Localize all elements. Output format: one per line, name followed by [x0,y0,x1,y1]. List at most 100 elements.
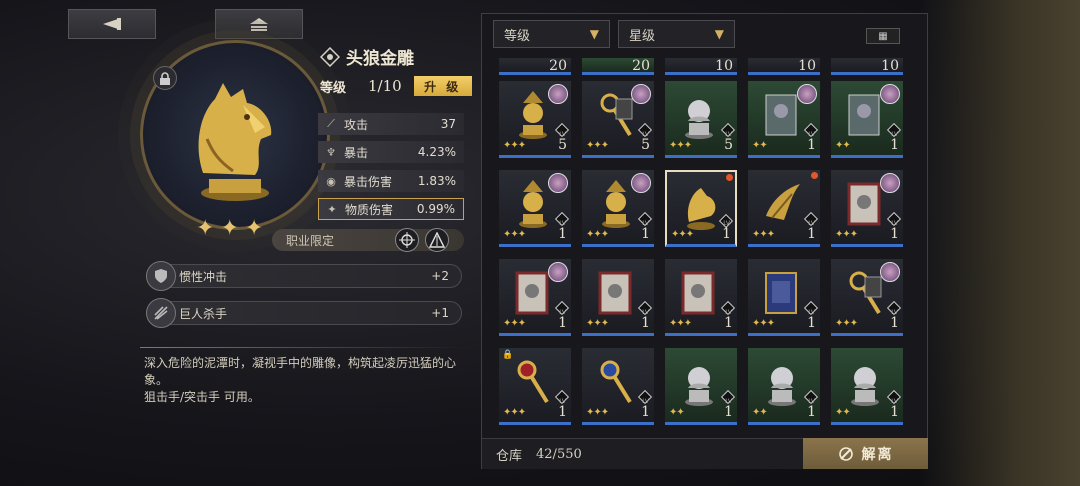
stat-value: 4.23% [417,145,456,159]
background-glow [920,0,1080,486]
skill-row-inertia[interactable]: 惯性冲击 +2 [146,264,462,288]
chevron-down-icon: ▼ [714,27,724,41]
inventory-cell[interactable]: ✦✦✦ LV 1 [831,170,903,247]
cell-level: 1 [890,404,899,420]
character-badge-icon [631,84,651,104]
back-button[interactable] [68,9,156,39]
inventory-cell[interactable]: ✦✦✦ LV 5 [499,81,571,158]
inventory-cell[interactable]: 10 [748,58,820,75]
bust-silver-icon [685,100,713,139]
lock-button[interactable] [153,66,177,90]
cell-stars: ✦✦ [835,140,851,151]
cell-stars: ✦✦ [752,407,768,418]
inventory-cell[interactable]: ✦✦ LV 1 [748,348,820,425]
sword-icon: ⟋ [327,117,335,130]
bust-gold-icon [602,180,630,228]
inventory-cell[interactable]: 20 [499,58,571,75]
inventory-cell[interactable]: ✦✦✦ LV 1 [499,170,571,247]
cell-stars: ✦✦ [835,407,851,418]
description-line: 狙击手/突击手 可用。 [144,390,260,404]
cell-level: 1 [724,315,733,331]
inventory-cell[interactable]: ✦✦✦ LV 1 [582,259,654,336]
rarity-stars: ✦ ✦ ✦ [196,216,263,241]
cell-level: 1 [641,315,650,331]
character-badge-icon [548,262,568,282]
cell-level: 5 [641,137,650,153]
home-button[interactable] [215,9,303,39]
crosshair-icon [399,232,415,248]
stat-value: 1.83% [417,174,456,188]
stat-value: 0.99% [416,202,455,216]
warehouse-label: 仓库 [496,448,523,464]
inventory-cell[interactable]: ✦✦✦ LV 1 [582,170,654,247]
inventory-cell[interactable]: ✦✦✦ LV 1 [582,348,654,425]
cell-stars: ✦✦✦ [503,407,526,418]
key-gold-icon [849,271,882,315]
inventory-cell[interactable]: 🔒 ✦✦✦ LV 1 [499,348,571,425]
cell-level: 1 [807,226,816,242]
card-icon [848,94,880,136]
book-icon [598,271,632,315]
cell-stars: ✦✦✦ [669,318,692,329]
skill-row-giant-slayer[interactable]: 巨人杀手 +1 [146,301,462,325]
book-icon [515,271,549,315]
inventory-cell[interactable]: ✦✦ LV 1 [831,348,903,425]
inventory-cell[interactable]: ✦✦✦ LV 1 [665,259,737,336]
stat-name: 暴击 [344,145,369,160]
bust-gold-icon [519,180,547,228]
inventory-cell[interactable]: 10 [831,58,903,75]
lock-icon: 🔒 [502,350,514,360]
inventory-cell[interactable]: 10 [665,58,737,75]
shield-icon [155,269,167,283]
inventory-cell[interactable]: ✦✦✦ LV 1 [499,259,571,336]
item-description: 深入危险的泥潭时，凝视手中的雕像，构筑起凌厉迅猛的心象。 狙击手/突击手 可用。 [144,355,474,406]
skill-name: 惯性冲击 [179,269,228,284]
cell-level: 1 [641,404,650,420]
inventory-cell[interactable]: ✦✦ LV 1 [831,81,903,158]
cell-stars: ✦✦✦ [586,318,609,329]
inventory-cell[interactable]: 20 [582,58,654,75]
inventory-cell[interactable]: ✦✦✦ LV 5 [665,81,737,158]
inventory-cell[interactable]: ✦✦✦ LV 1 [831,259,903,336]
skill-name: 巨人杀手 [179,306,228,321]
level-value: 1/10 [368,77,402,95]
dropdown-label: 星级 [629,28,656,44]
cell-stars: ✦✦✦ [503,318,526,329]
class-limit-label: 职业限定 [286,233,335,248]
cell-level: 10 [798,58,816,74]
key-red-icon [517,360,549,404]
stat-row-physical-damage: ✦ 物质伤害 0.99% [318,198,464,220]
cell-stars: ✦✦✦ [835,318,858,329]
wolf-gold-icon [687,188,716,230]
stat-name: 暴击伤害 [344,174,393,189]
inventory-cell[interactable]: ✦✦✦ LV 1 [748,259,820,336]
cell-level: 1 [558,226,567,242]
level-label: 等级 [320,80,347,96]
stat-row-crit-damage: ◉ 暴击伤害 1.83% [318,170,464,192]
cell-level: 1 [558,404,567,420]
cell-level: 20 [549,58,567,74]
upgrade-button[interactable]: 升 级 [413,76,472,96]
inventory-cell[interactable]: ✦✦✦ LV 1 [748,170,820,247]
description-divider [140,347,470,348]
stat-row-crit: ♆ 暴击 4.23% [318,141,464,163]
crit-damage-icon: ◉ [326,174,336,188]
cell-stars: ✦✦ [669,407,685,418]
star-filter-dropdown[interactable]: 星级 ▼ [618,20,735,48]
inventory-cell[interactable]: ✦✦✦ LV 1 [665,170,737,247]
sniper-class-icon[interactable] [395,228,419,252]
inventory-cell[interactable]: ✦✦✦ LV 5 [582,81,654,158]
inventory-cell[interactable]: ✦✦ LV 1 [748,81,820,158]
cell-stars: ✦✦✦ [503,229,526,240]
level-filter-dropdown[interactable]: 等级 ▼ [493,20,610,48]
skill-value: +1 [431,306,449,320]
star-icon: ✦ [196,216,215,241]
cell-level: 1 [890,137,899,153]
inventory-cell[interactable]: ✦✦ LV 1 [665,348,737,425]
warehouse-count: 42/550 [536,446,582,462]
grid-view-icon[interactable]: ▦ [866,28,900,44]
wing-gold-icon [766,184,800,220]
dismantle-button[interactable]: 解离 [803,438,928,469]
assault-class-icon[interactable] [425,228,449,252]
cell-stars: ✦✦✦ [835,229,858,240]
